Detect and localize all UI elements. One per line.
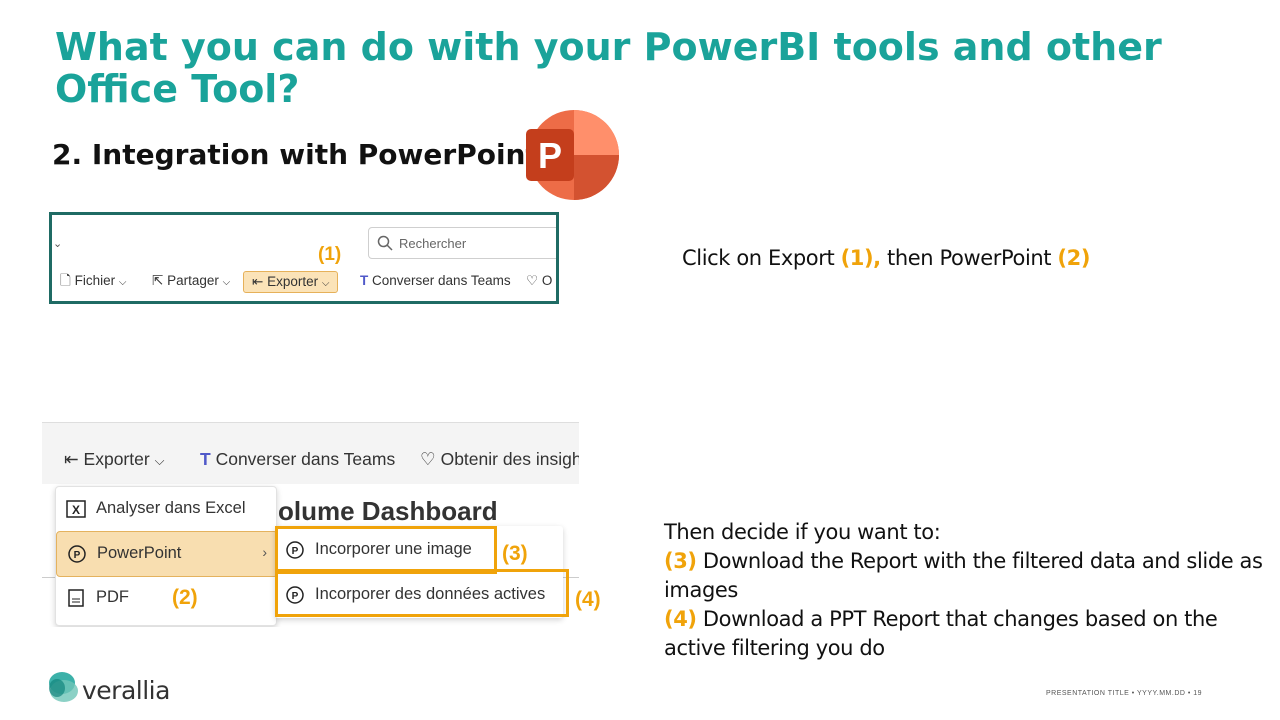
teams-button[interactable]: T Converser dans Teams — [360, 271, 511, 291]
verallia-logo-icon — [49, 672, 78, 702]
exporter-button[interactable]: ⇤ Exporter ⌵ — [243, 271, 339, 293]
chevron-right-icon: › — [262, 544, 267, 560]
export-icon: ⇤ — [64, 449, 79, 469]
marker-1: (1) — [318, 244, 342, 265]
teams-button[interactable]: T Converser dans Teams — [200, 449, 395, 470]
slide-subtitle: 2. Integration with PowerPoint — [52, 138, 539, 171]
toolbar: ⇤ Exporter ⌵ T Converser dans Teams ♡ Ob… — [42, 422, 579, 485]
toolbar: 🗋 Fichier ⌵ ⇱ Partager ⌵ ⇤ Exporter ⌵ T … — [52, 271, 556, 293]
instruction-1: Click on Export (1), then PowerPoint (2) — [682, 246, 1091, 270]
lightbulb-icon: ♡ — [526, 273, 539, 288]
insights-button[interactable]: ♡ O — [526, 271, 552, 291]
export-menu: X Analyser dans Excel P PowerPoint › PDF… — [55, 486, 278, 626]
teams-icon: T — [200, 449, 211, 469]
search-icon — [377, 235, 393, 251]
partager-button[interactable]: ⇱ Partager ⌵ — [152, 271, 230, 291]
exporter-button[interactable]: ⇤ Exporter ⌵ — [64, 449, 164, 470]
menu-item-powerpoint[interactable]: P PowerPoint › — [56, 531, 278, 577]
search-placeholder: Rechercher — [399, 236, 467, 251]
svg-text:P: P — [74, 550, 81, 561]
menu-item-pdf[interactable]: PDF (2) — [56, 576, 276, 620]
slide-title: What you can do with your PowerBI tools … — [55, 25, 1162, 112]
export-icon: ⇤ — [252, 274, 264, 289]
menu-item-excel[interactable]: X Analyser dans Excel — [56, 487, 276, 531]
marker-3: (3) — [502, 542, 528, 565]
search-input[interactable]: Rechercher — [368, 227, 556, 259]
teams-icon: T — [360, 273, 369, 288]
share-icon: ⇱ — [152, 273, 164, 288]
export-menu-screenshot: ⇤ Exporter ⌵ T Converser dans Teams ♡ Ob… — [42, 422, 579, 627]
marker-2: (2) — [172, 586, 198, 609]
slide-footer: PRESENTATION TITLE • YYYY.MM.DD • 19 — [1046, 690, 1203, 697]
lightbulb-icon: ♡ — [420, 449, 436, 469]
powerpoint-icon: P — [68, 545, 86, 563]
file-icon: 🗋 — [60, 273, 71, 288]
highlight-box-3 — [275, 526, 497, 574]
svg-text:P: P — [538, 135, 562, 176]
pdf-icon — [68, 589, 84, 607]
powerpoint-logo-icon: P — [526, 110, 619, 200]
marker-4: (4) — [575, 588, 601, 611]
insights-button[interactable]: ♡ Obtenir des insigh — [420, 449, 579, 470]
excel-icon: X — [66, 500, 86, 518]
dashboard-title: olume Dashboard — [278, 496, 498, 526]
chevron-down-icon: ⌄ — [53, 238, 63, 250]
export-toolbar-screenshot: ⌄ Rechercher (1) 🗋 Fichier ⌵ ⇱ Partager … — [49, 212, 559, 304]
brand-name: verallia — [82, 676, 170, 705]
instruction-2: Then decide if you want to: (3) Download… — [664, 520, 1263, 660]
svg-text:X: X — [72, 503, 80, 517]
fichier-button[interactable]: 🗋 Fichier ⌵ — [60, 271, 127, 291]
highlight-box-4 — [275, 569, 569, 617]
